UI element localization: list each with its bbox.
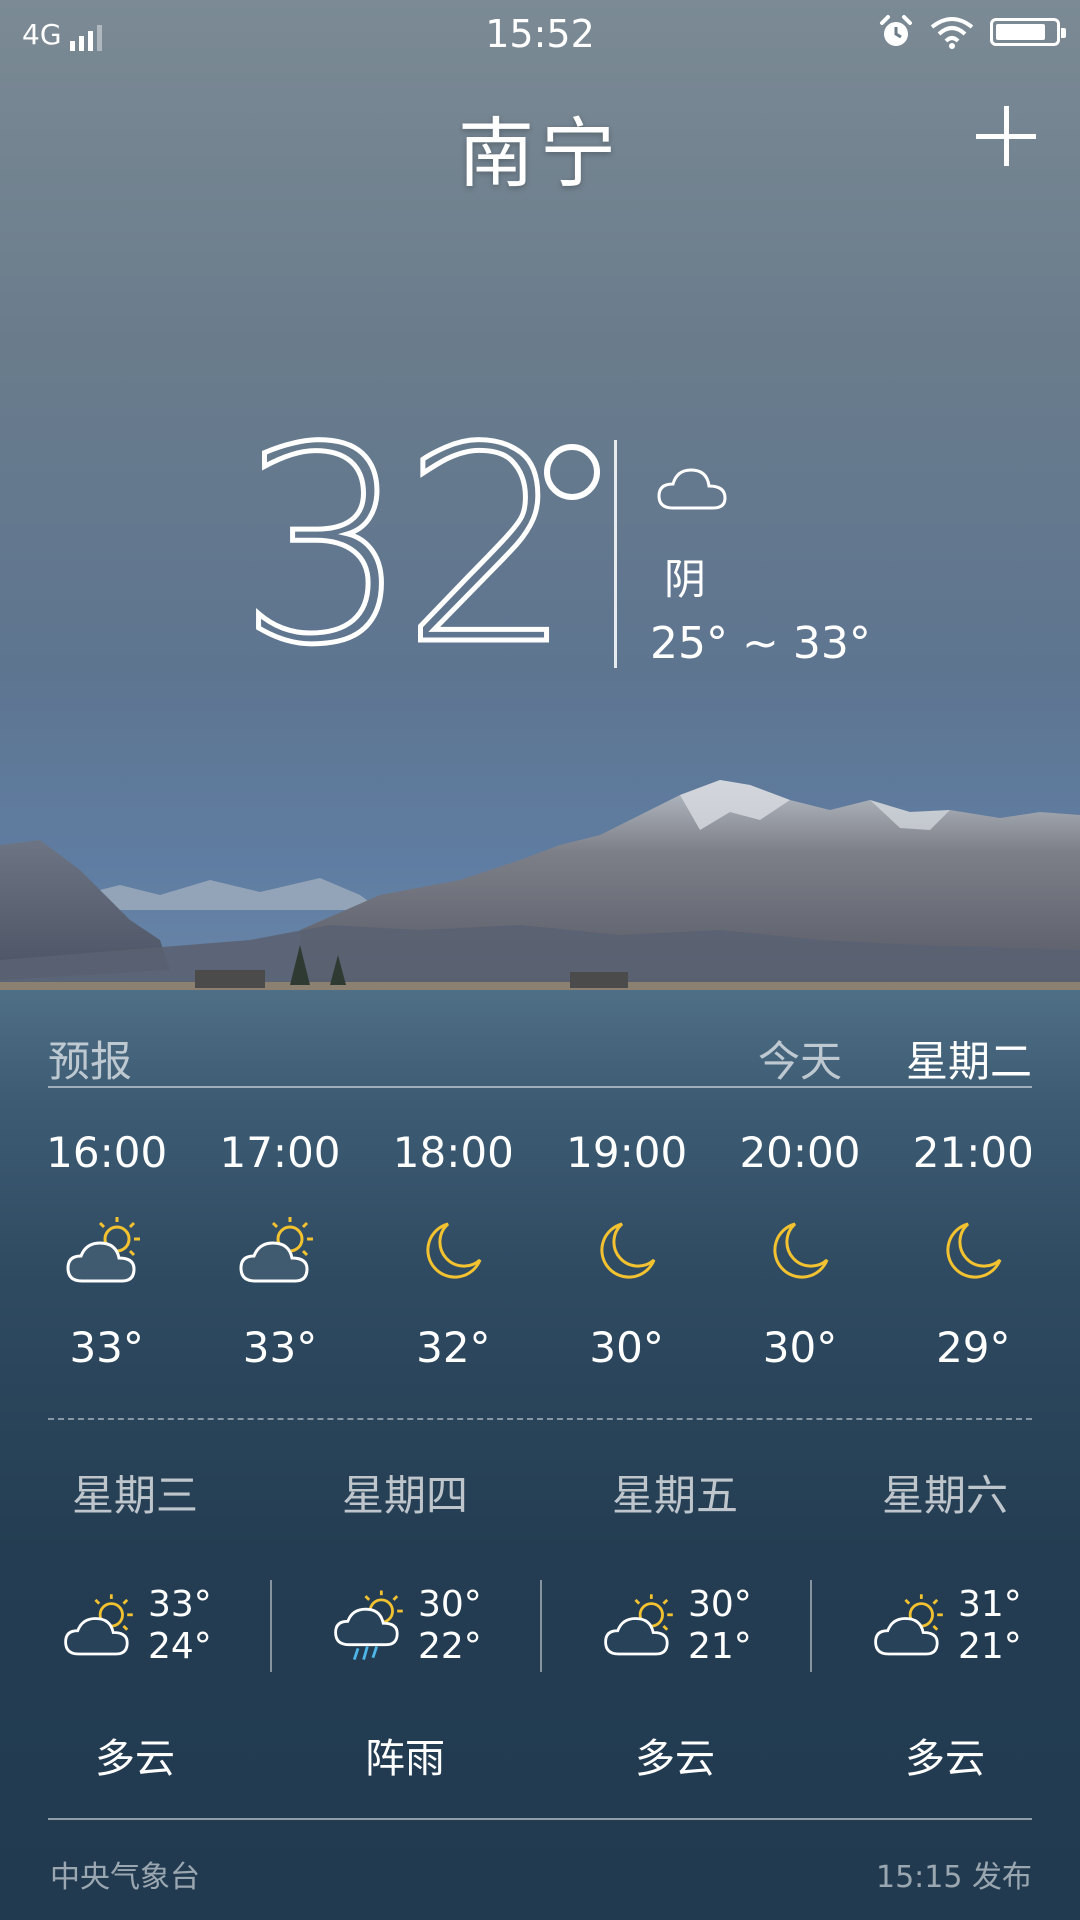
hour-item: 18:00 32°: [367, 1128, 540, 1388]
day-name: 星期四: [341, 1471, 468, 1520]
hour-time: 18:00: [392, 1128, 514, 1177]
current-temp-range: 25° ~ 33°: [650, 618, 871, 669]
hour-item: 17:00 33°: [193, 1128, 366, 1388]
day-item[interactable]: 星期六 31° 21° 多云: [810, 1456, 1080, 1786]
daily-forecast: 星期三 33° 24° 多云 星期四 30° 22° 阵雨 星期五 30° 21…: [0, 1456, 1080, 1786]
hour-item: 21:00 29°: [887, 1128, 1060, 1388]
hour-temp: 29°: [936, 1323, 1011, 1372]
partly-cloudy-icon: [239, 1217, 313, 1283]
hour-time: 21:00: [912, 1128, 1034, 1177]
hour-temp: 33°: [69, 1323, 144, 1372]
day-name: 星期三: [71, 1471, 198, 1520]
moon-icon: [946, 1222, 1002, 1279]
day-name: 星期五: [611, 1471, 738, 1520]
footer-divider: [48, 1818, 1032, 1820]
partly-cloudy-icon: [874, 1594, 943, 1656]
current-temperature: 32: [236, 409, 577, 684]
wifi-icon: [930, 17, 974, 49]
current-condition: 阴: [664, 555, 707, 604]
day-high: 33°: [148, 1584, 212, 1625]
forecast-header: 预报 今天 星期二: [48, 1022, 1032, 1088]
moon-icon: [600, 1222, 656, 1279]
hour-time: 19:00: [566, 1128, 688, 1177]
day-condition: 多云: [95, 1736, 175, 1782]
publish-time: 15:15 发布: [876, 1860, 1032, 1895]
current-temp-value: 32: [236, 389, 577, 704]
hour-temp: 32°: [416, 1323, 491, 1372]
day-high: 31°: [958, 1584, 1022, 1625]
partly-cloudy-icon: [64, 1594, 133, 1656]
day-low: 21°: [688, 1626, 752, 1667]
hour-temp: 30°: [762, 1323, 838, 1372]
battery-icon: [990, 18, 1066, 46]
battery-level-fill: [996, 24, 1045, 40]
hour-temp: 30°: [589, 1323, 664, 1372]
shower-icon: [334, 1590, 403, 1661]
day-low: 22°: [418, 1626, 482, 1667]
day-item[interactable]: 星期三 33° 24° 多云: [0, 1456, 270, 1786]
degree-symbol: [544, 444, 600, 500]
current-divider: [614, 440, 617, 668]
hour-time: 20:00: [739, 1128, 861, 1177]
tab-selected-day[interactable]: 星期二: [906, 1028, 1032, 1089]
hour-item: 19:00 30°: [540, 1128, 713, 1388]
day-item[interactable]: 星期四 30° 22° 阵雨: [270, 1456, 540, 1786]
city-name[interactable]: 南宁: [0, 92, 1080, 202]
day-high: 30°: [418, 1584, 482, 1625]
day-low: 24°: [148, 1626, 212, 1667]
day-item[interactable]: 星期五 30° 21° 多云: [540, 1456, 810, 1786]
status-bar: 4G 15:52: [0, 0, 1080, 70]
day-low: 21°: [958, 1626, 1022, 1667]
tab-today[interactable]: 今天: [758, 1028, 842, 1089]
alarm-icon: [880, 15, 912, 46]
status-icons: [878, 14, 1066, 50]
day-name: 星期六: [881, 1471, 1008, 1520]
data-source: 中央气象台: [50, 1860, 200, 1895]
partly-cloudy-icon: [66, 1217, 140, 1283]
hour-item: 16:00 33°: [20, 1128, 193, 1388]
moon-icon: [773, 1222, 829, 1279]
hour-time: 17:00: [219, 1128, 341, 1177]
day-condition: 阵雨: [365, 1736, 445, 1782]
hourly-forecast: 16:00 33° 17:00 33° 18:00 32° 19:00 30° …: [20, 1128, 1060, 1388]
section-divider: [48, 1418, 1032, 1420]
partly-cloudy-icon: [604, 1594, 673, 1656]
moon-icon: [426, 1222, 482, 1279]
forecast-title: 预报: [48, 1037, 133, 1086]
add-city-button[interactable]: [976, 106, 1036, 166]
hour-temp: 33°: [242, 1323, 318, 1372]
day-condition: 多云: [635, 1736, 715, 1782]
day-condition: 多云: [905, 1736, 985, 1782]
hour-time: 16:00: [46, 1128, 168, 1177]
day-high: 30°: [688, 1584, 752, 1625]
hour-item: 20:00 30°: [713, 1128, 886, 1388]
cloud-icon: [657, 468, 727, 510]
